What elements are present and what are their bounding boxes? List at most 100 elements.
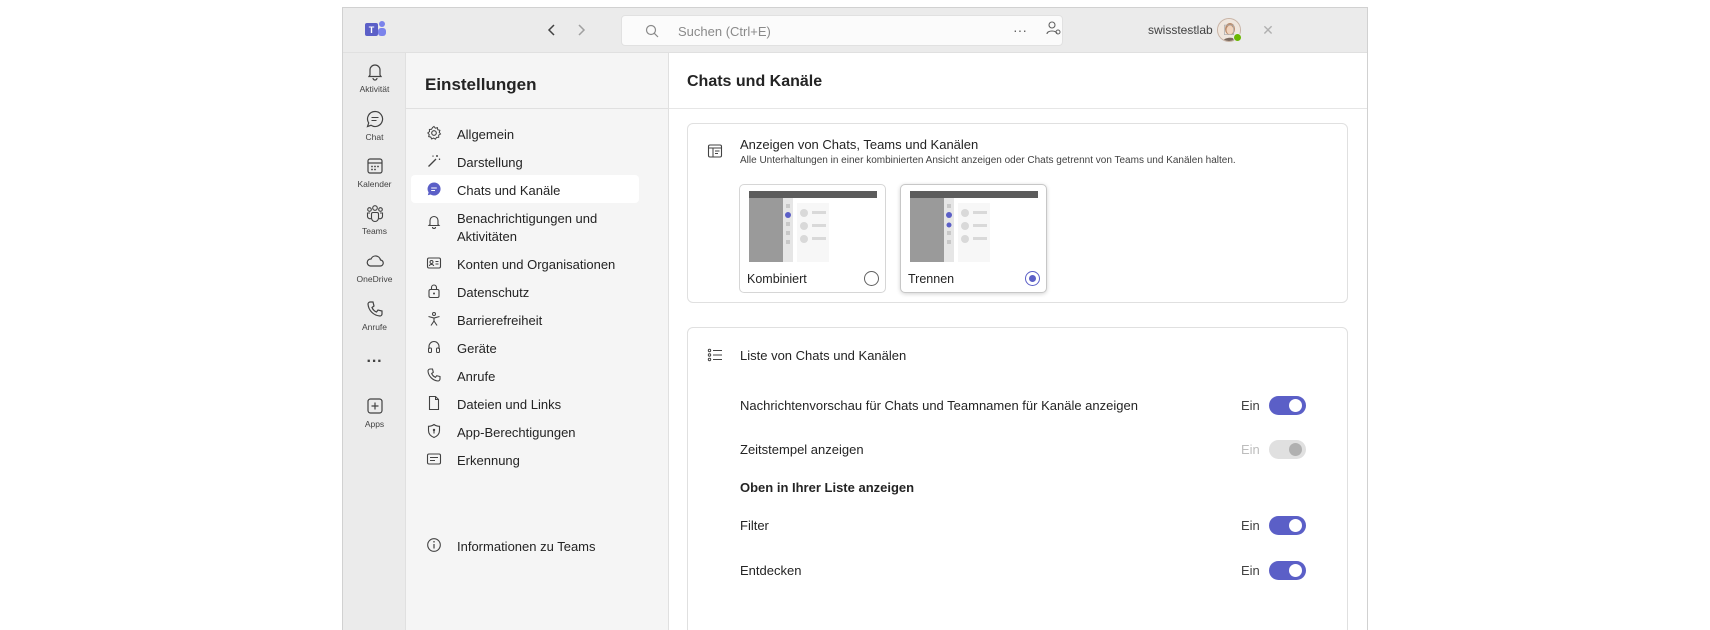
settings-item-general[interactable]: Allgemein [411, 119, 639, 147]
filter-value: Ein [1241, 518, 1260, 533]
back-icon[interactable] [542, 20, 562, 40]
settings-item-label: Geräte [457, 341, 497, 356]
discover-toggle[interactable] [1269, 561, 1306, 580]
rail-item-activity[interactable]: Aktivität [343, 61, 406, 105]
separate-preview-image [910, 191, 1038, 262]
phone-icon [427, 368, 441, 382]
rail-item-calendar[interactable]: Kalender [343, 156, 406, 200]
document-icon [428, 395, 440, 411]
rail-item-chat[interactable]: Chat [343, 109, 406, 153]
timestamp-toggle [1269, 440, 1306, 459]
message-preview-label: Nachrichtenvorschau für Chats und Teamna… [740, 398, 1138, 413]
settings-item-devices[interactable]: Geräte [411, 333, 639, 361]
teams-window: T Suchen (Ctrl+E) ··· swisstestlab — ☐ ✕… [342, 7, 1368, 630]
close-icon[interactable]: ✕ [1256, 19, 1280, 41]
settings-item-label: Anrufe [457, 369, 496, 384]
combined-preview-image [749, 191, 877, 262]
settings-item-label: App-Berechtigungen [457, 425, 576, 440]
settings-title: Einstellungen [425, 75, 537, 94]
phone-icon [366, 301, 383, 317]
lock-icon [428, 284, 440, 299]
accessibility-icon [428, 312, 440, 326]
list-settings-heading: Liste von Chats und Kanälen [740, 348, 907, 363]
rail-item-apps[interactable]: Apps [343, 396, 406, 440]
rail-item-onedrive[interactable]: OneDrive [343, 251, 406, 295]
settings-item-recognition[interactable]: Erkennung [411, 445, 639, 473]
rail-label: Teams [361, 226, 388, 236]
info-icon [427, 538, 441, 552]
settings-item-label: Chats und Kanäle [457, 183, 561, 198]
rail-label: Anrufe [361, 322, 388, 332]
main-content: Chats und Kanäle Anzeigen von Chats, Tea… [669, 53, 1367, 630]
settings-item-label: Benachrichtigungen und Aktivitäten [457, 211, 598, 244]
divider [406, 108, 668, 109]
settings-item-calls[interactable]: Anrufe [411, 361, 639, 389]
teams-logo-icon[interactable]: T [365, 20, 387, 40]
add-apps-icon [366, 398, 383, 414]
magic-wand-icon [428, 155, 441, 167]
settings-item-label: Barrierefreiheit [457, 313, 543, 328]
list-icon [707, 348, 722, 362]
rail-label: Kalender [357, 179, 392, 189]
settings-item-privacy[interactable]: Datenschutz [411, 277, 639, 305]
rail-item-calls[interactable]: Anrufe [343, 299, 406, 343]
maximize-icon[interactable]: ☐ [1217, 19, 1241, 41]
settings-item-chats-channels[interactable]: Chats und Kanäle [411, 175, 639, 203]
view-mode-heading: Anzeigen von Chats, Teams und Kanälen [740, 137, 979, 152]
view-option-separate[interactable]: Trennen [900, 184, 1047, 293]
settings-item-label: Erkennung [457, 453, 520, 468]
combined-radio[interactable] [864, 271, 879, 286]
separate-radio[interactable] [1025, 271, 1040, 286]
chat-icon [366, 110, 383, 128]
discover-label: Entdecken [740, 563, 802, 578]
rail-label: Apps [364, 419, 385, 429]
contact-card-icon [426, 257, 442, 269]
timestamp-label: Zeitstempel anzeigen [740, 442, 864, 457]
settings-item-about[interactable]: Informationen zu Teams [411, 531, 639, 559]
settings-item-label: Darstellung [457, 155, 523, 170]
headset-icon [428, 341, 440, 353]
cloud-icon [366, 255, 384, 267]
bell-icon [427, 215, 441, 229]
recognition-icon [426, 453, 442, 465]
more-apps-icon[interactable]: ··· [343, 354, 406, 375]
chat-bubble-icon [427, 182, 441, 196]
minimize-icon[interactable]: — [1179, 19, 1203, 41]
settings-item-accessibility[interactable]: Barrierefreiheit [411, 305, 639, 333]
page-title: Chats und Kanäle [687, 73, 823, 90]
settings-item-files[interactable]: Dateien und Links [411, 389, 639, 417]
more-options-icon[interactable]: ··· [1009, 19, 1031, 41]
settings-item-notifications[interactable]: Benachrichtigungen und Aktivitäten [411, 203, 639, 244]
discover-value: Ein [1241, 563, 1260, 578]
settings-nav: Einstellungen Allgemein Darstellung Chat… [406, 53, 669, 630]
settings-item-label: Datenschutz [457, 285, 530, 300]
shield-icon [427, 423, 441, 439]
settings-item-appearance[interactable]: Darstellung [411, 147, 639, 175]
rail-label: Aktivität [359, 84, 390, 94]
calendar-icon [366, 158, 383, 174]
view-mode-description: Alle Unterhaltungen in einer kombinierte… [740, 155, 1236, 166]
settings-item-label: Dateien und Links [457, 397, 562, 412]
settings-item-label: Informationen zu Teams [457, 539, 596, 554]
search-input[interactable]: Suchen (Ctrl+E) [621, 15, 1063, 46]
view-option-label: Kombiniert [747, 272, 807, 286]
view-mode-card: Anzeigen von Chats, Teams und Kanälen Al… [687, 123, 1348, 303]
view-option-combined[interactable]: Kombiniert [739, 184, 886, 293]
rail-item-teams[interactable]: Teams [343, 203, 406, 247]
divider [669, 108, 1367, 109]
settings-item-label: Allgemein [457, 127, 515, 142]
filter-toggle[interactable] [1269, 516, 1306, 535]
rail-label: OneDrive [356, 274, 393, 284]
forward-icon[interactable] [571, 20, 591, 40]
title-bar: T Suchen (Ctrl+E) ··· swisstestlab — ☐ ✕ [343, 8, 1367, 53]
gear-icon [427, 125, 442, 140]
bell-icon [367, 64, 382, 81]
people-settings-icon[interactable] [1042, 19, 1064, 41]
settings-item-accounts[interactable]: Konten und Organisationen [411, 249, 639, 277]
message-preview-toggle[interactable] [1269, 396, 1306, 415]
settings-item-label: Konten und Organisationen [457, 257, 616, 272]
search-icon [645, 24, 659, 38]
filter-label: Filter [740, 518, 769, 533]
message-preview-value: Ein [1241, 398, 1260, 413]
settings-item-app-permissions[interactable]: App-Berechtigungen [411, 417, 639, 445]
